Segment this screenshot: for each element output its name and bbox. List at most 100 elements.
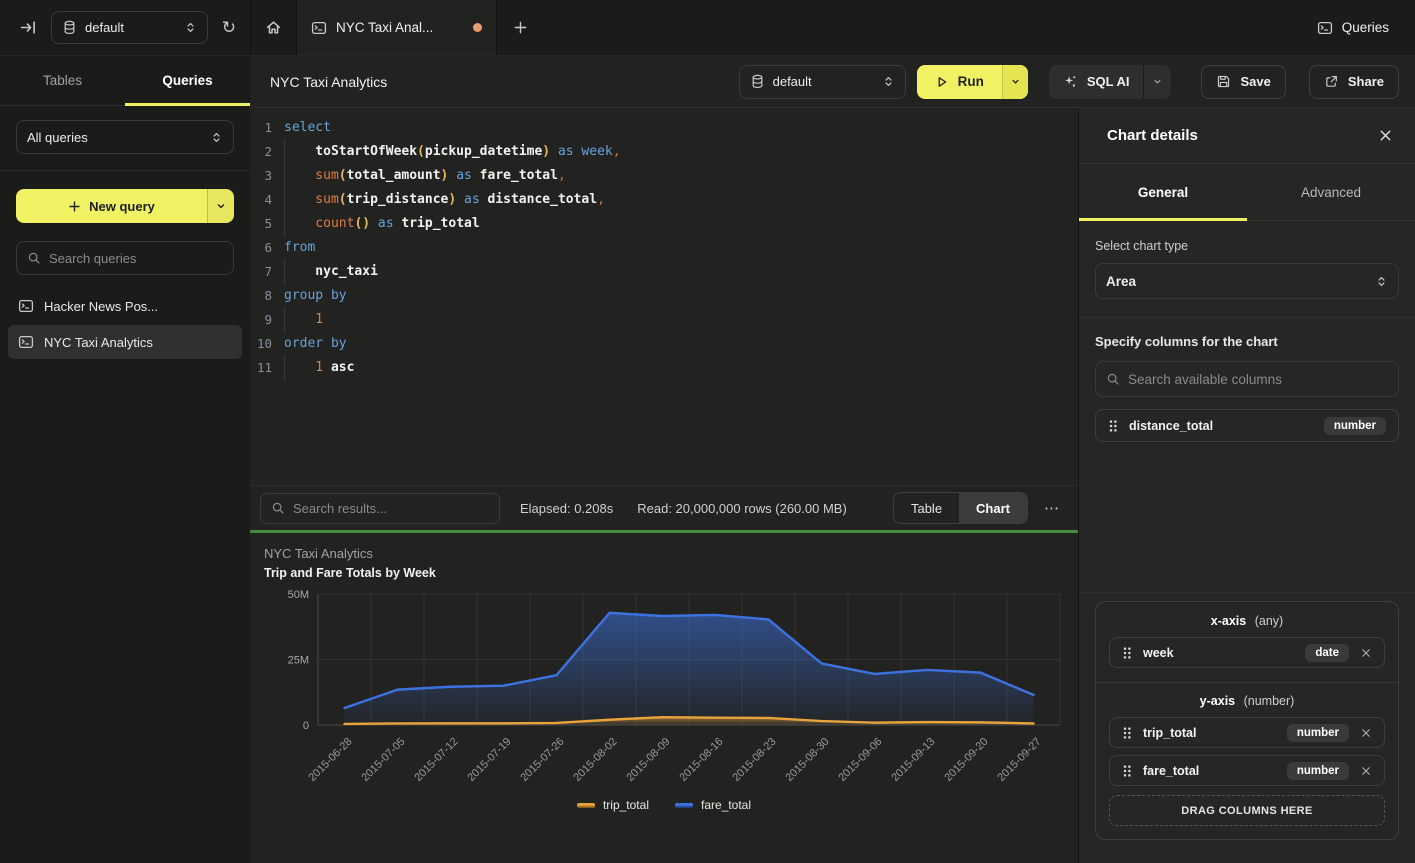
line-number: 9 [250,308,284,332]
search-icon [271,501,285,515]
topbar-right: Queries [1317,0,1415,55]
editor-line: 4 sum(trip_distance) as distance_total, [250,188,1078,212]
tab-queries-label: Queries [162,73,212,88]
editor-line: 10order by [250,332,1078,356]
queries-button-label: Queries [1342,20,1389,35]
drag-handle-icon[interactable] [1122,726,1132,740]
remove-column-icon[interactable] [1360,647,1372,659]
query-search-box [16,241,234,275]
sql-editor[interactable]: 1select2 toStartOfWeek(pickup_datetime) … [250,108,1078,485]
column-chip[interactable]: trip_totalnumber [1109,717,1385,748]
play-icon [935,75,949,89]
run-button[interactable]: Run [917,65,1028,99]
drag-columns-dropzone[interactable]: DRAG COLUMNS HERE [1109,795,1385,826]
view-table-button[interactable]: Table [894,493,959,523]
remove-column-icon[interactable] [1360,765,1372,777]
editor-line: 8group by [250,284,1078,308]
home-tab[interactable] [250,0,297,55]
chart-type-select[interactable]: Area [1095,263,1399,299]
query-terminal-icon [18,334,34,350]
run-options-button[interactable] [1002,65,1028,99]
code-text: from [284,236,315,260]
query-list-item[interactable]: NYC Taxi Analytics [8,325,242,359]
svg-text:2015-08-16: 2015-08-16 [677,736,725,784]
remove-column-icon[interactable] [1360,727,1372,739]
code-text: count() as trip_total [284,212,480,236]
column-chip[interactable]: distance_totalnumber [1095,409,1399,442]
sql-ai-label: SQL AI [1087,74,1130,89]
queries-button[interactable]: Queries [1317,20,1389,36]
queries-terminal-icon [1317,20,1333,36]
panel-header: Chart details [1079,108,1415,164]
tab-advanced-label: Advanced [1301,185,1361,200]
search-icon [27,251,41,265]
column-type-badge: number [1287,724,1349,742]
sidebar-tab-tables[interactable]: Tables [0,56,125,105]
drag-handle-icon[interactable] [1122,764,1132,778]
tab-nyc-taxi-analytics[interactable]: NYC Taxi Anal... [297,0,497,55]
panel-tab-advanced[interactable]: Advanced [1247,164,1415,220]
svg-text:2015-08-02: 2015-08-02 [571,736,619,784]
legend-swatch [577,803,595,808]
chevron-updown-icon [184,21,197,34]
editor-line: 2 toStartOfWeek(pickup_datetime) as week… [250,140,1078,164]
sidebar-collapse-icon[interactable] [20,19,37,36]
code-text: 1 asc [284,356,354,380]
new-query-menu-button[interactable] [207,189,234,223]
chart-type-value: Area [1106,274,1367,289]
drag-handle-icon[interactable] [1122,646,1132,660]
tab-label: NYC Taxi Anal... [336,20,433,35]
save-button[interactable]: Save [1201,65,1285,99]
new-query-button[interactable]: New query [16,189,234,223]
panel-body: Select chart type Area Specify columns f… [1079,221,1415,863]
chevron-updown-icon [210,131,223,144]
chart-type-label: Select chart type [1095,239,1399,253]
column-chip[interactable]: weekdate [1109,637,1385,668]
line-number: 4 [250,188,284,212]
plus-icon [68,200,81,213]
plus-icon [513,20,528,35]
query-item-label: NYC Taxi Analytics [44,335,153,350]
topbar-database-select[interactable]: default [51,11,208,44]
columns-label: Specify columns for the chart [1095,334,1399,349]
refresh-icon[interactable]: ↻ [222,18,236,38]
line-number: 7 [250,260,284,284]
panel-tab-general[interactable]: General [1079,164,1247,220]
editor-line: 11 1 asc [250,356,1078,380]
legend-label: fare_total [701,798,751,812]
results-more-button[interactable]: ⋯ [1038,495,1066,521]
svg-text:2015-06-28: 2015-06-28 [306,736,354,784]
svg-text:2015-09-27: 2015-09-27 [995,736,1043,784]
code-text: sum(trip_distance) as distance_total, [284,188,605,212]
query-list-item[interactable]: Hacker News Pos... [8,289,242,323]
tab-tables-label: Tables [43,73,82,88]
save-label: Save [1240,74,1270,89]
new-tab-button[interactable] [497,0,543,55]
view-chart-button[interactable]: Chart [959,493,1027,523]
drag-handle-icon[interactable] [1108,419,1118,433]
close-icon[interactable] [1378,128,1393,143]
columns-search-input[interactable] [1128,372,1388,387]
panel-tabs: General Advanced [1079,164,1415,221]
sidebar-tab-queries[interactable]: Queries [125,56,250,105]
sql-ai-button[interactable]: SQL AI [1049,65,1172,99]
topbar-left: default ↻ [0,0,250,55]
editor-line: 1select [250,116,1078,140]
share-button[interactable]: Share [1309,65,1399,99]
results-chart-svg[interactable]: 025M50M2015-06-282015-07-052015-07-12201… [264,586,1064,798]
sql-ai-menu-button[interactable] [1143,65,1171,99]
legend-label: trip_total [603,798,649,812]
query-title: NYC Taxi Analytics [270,74,387,90]
column-chip[interactable]: fare_totalnumber [1109,755,1385,786]
toolbar-database-select[interactable]: default [739,65,906,99]
query-search-input[interactable] [49,251,223,266]
svg-text:2015-09-06: 2015-09-06 [836,736,884,784]
legend-item[interactable]: trip_total [577,798,649,812]
view-chart-label: Chart [976,501,1010,516]
results-search-input[interactable] [293,501,489,516]
editor-line: 3 sum(total_amount) as fare_total, [250,164,1078,188]
code-text: 1 [284,308,323,332]
share-icon [1324,74,1339,89]
legend-item[interactable]: fare_total [675,798,751,812]
query-filter-select[interactable]: All queries [16,120,234,154]
